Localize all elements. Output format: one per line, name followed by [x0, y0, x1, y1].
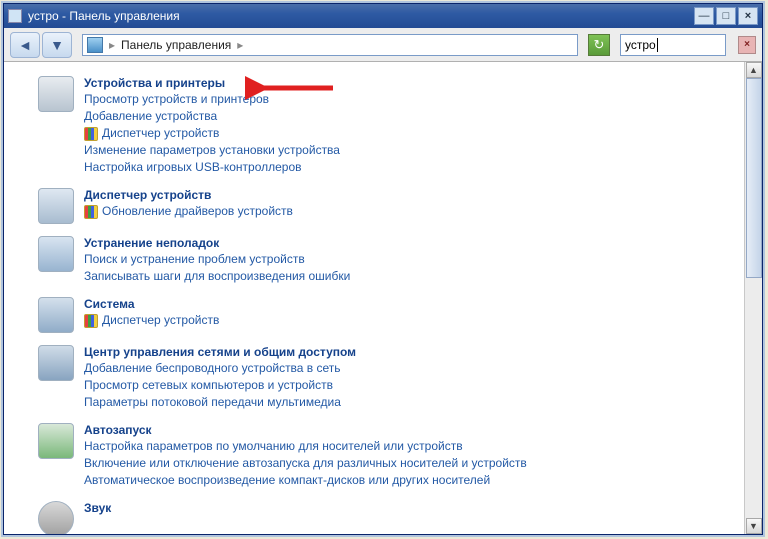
category: Устройства и принтерыПросмотр устройств … [38, 76, 732, 176]
category-sublink[interactable]: Добавление устройства [84, 108, 732, 125]
category-sublink[interactable]: Включение или отключение автозапуска для… [84, 455, 732, 472]
category-sublink[interactable]: Диспетчер устройств [84, 125, 732, 142]
window-title: устро - Панель управления [28, 9, 692, 23]
titlebar: устро - Панель управления — □ × [4, 4, 762, 28]
scroll-thumb[interactable] [746, 78, 762, 278]
trouble-icon [38, 236, 74, 272]
minimize-button[interactable]: — [694, 7, 714, 25]
category-sublink[interactable]: Добавление беспроводного устройства в се… [84, 360, 732, 377]
breadcrumb-segment[interactable]: Панель управления [121, 38, 231, 52]
sublink-label: Обновление драйверов устройств [102, 203, 293, 220]
breadcrumb-bar[interactable]: ▸ Панель управления ▸ [82, 34, 578, 56]
category-sublink[interactable]: Настройка игровых USB-контроллеров [84, 159, 732, 176]
printer-icon [38, 76, 74, 112]
address-bar: ◄ ▼ ▸ Панель управления ▸ ↻ устро × [4, 28, 762, 62]
maximize-button[interactable]: □ [716, 7, 736, 25]
category-title-link[interactable]: Устройства и принтеры [84, 76, 225, 90]
category: СистемаДиспетчер устройств [38, 297, 732, 333]
system-icon [38, 297, 74, 333]
chevron-right-icon: ▸ [237, 38, 243, 52]
category-sublink[interactable]: Автоматическое воспроизведение компакт-д… [84, 472, 732, 489]
shield-icon [84, 314, 98, 328]
shield-icon [84, 205, 98, 219]
category-body: АвтозапускНастройка параметров по умолча… [84, 423, 732, 489]
vertical-scrollbar[interactable]: ▲ ▼ [744, 62, 762, 534]
sublink-label: Диспетчер устройств [102, 312, 219, 329]
category-title-link[interactable]: Автозапуск [84, 423, 152, 437]
category-sublink[interactable]: Параметры потоковой передачи мультимедиа [84, 394, 732, 411]
close-button[interactable]: × [738, 7, 758, 25]
search-input[interactable]: устро [620, 34, 726, 56]
category-sublink[interactable]: Изменение параметров установки устройств… [84, 142, 732, 159]
refresh-button[interactable]: ↻ [588, 34, 610, 56]
category: Звук [38, 501, 732, 534]
nav-back-button[interactable]: ◄ [10, 32, 40, 58]
category-title-link[interactable]: Система [84, 297, 135, 311]
search-input-value: устро [625, 38, 656, 52]
category-body: Устройства и принтерыПросмотр устройств … [84, 76, 732, 176]
control-panel-icon [87, 37, 103, 53]
category-title-link[interactable]: Центр управления сетями и общим доступом [84, 345, 356, 359]
category-sublink[interactable]: Настройка параметров по умолчанию для но… [84, 438, 732, 455]
control-panel-window: устро - Панель управления — □ × ◄ ▼ ▸ Па… [3, 3, 763, 535]
category-title-link[interactable]: Звук [84, 501, 111, 515]
category-body: Устранение неполадокПоиск и устранение п… [84, 236, 732, 285]
category-title-link[interactable]: Устранение неполадок [84, 236, 219, 250]
category: Устранение неполадокПоиск и устранение п… [38, 236, 732, 285]
category-body: Звук [84, 501, 732, 534]
chevron-right-icon: ▸ [109, 38, 115, 52]
scroll-up-button[interactable]: ▲ [746, 62, 762, 78]
category-sublink[interactable]: Поиск и устранение проблем устройств [84, 251, 732, 268]
category: Центр управления сетями и общим доступом… [38, 345, 732, 411]
shield-icon [84, 127, 98, 141]
category-body: Центр управления сетями и общим доступом… [84, 345, 732, 411]
autoplay-icon [38, 423, 74, 459]
scroll-track[interactable] [746, 78, 762, 518]
network-icon [38, 345, 74, 381]
category-body: СистемаДиспетчер устройств [84, 297, 732, 333]
window-icon [8, 9, 22, 23]
category-sublink[interactable]: Просмотр сетевых компьютеров и устройств [84, 377, 732, 394]
category: АвтозапускНастройка параметров по умолча… [38, 423, 732, 489]
clear-search-button[interactable]: × [738, 36, 756, 54]
category: Диспетчер устройствОбновление драйверов … [38, 188, 732, 224]
category-sublink[interactable]: Просмотр устройств и принтеров [84, 91, 732, 108]
scroll-down-button[interactable]: ▼ [746, 518, 762, 534]
category-sublink[interactable]: Диспетчер устройств [84, 312, 732, 329]
nav-forward-button[interactable]: ▼ [42, 32, 72, 58]
results-pane: Устройства и принтерыПросмотр устройств … [4, 62, 744, 534]
devmgr-icon [38, 188, 74, 224]
category-title-link[interactable]: Диспетчер устройств [84, 188, 211, 202]
category-sublink[interactable]: Обновление драйверов устройств [84, 203, 732, 220]
sublink-label: Диспетчер устройств [102, 125, 219, 142]
category-sublink[interactable]: Записывать шаги для воспроизведения ошиб… [84, 268, 732, 285]
sound-icon [38, 501, 74, 534]
category-body: Диспетчер устройствОбновление драйверов … [84, 188, 732, 224]
